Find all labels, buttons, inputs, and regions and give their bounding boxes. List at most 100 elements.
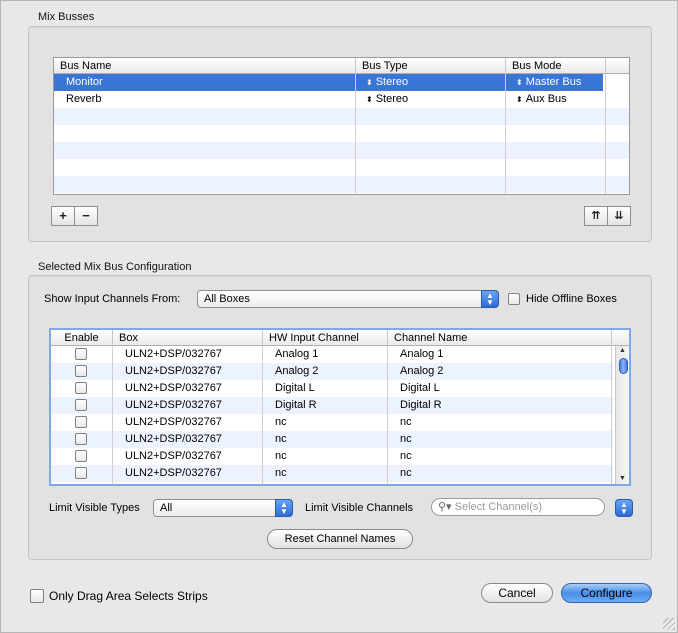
channel-hw: Digital R (275, 399, 317, 411)
channel-row[interactable]: ULN2+DSP/032767 nc nc (51, 448, 613, 465)
mix-busses-title: Mix Busses (38, 11, 95, 23)
empty-row (54, 125, 629, 142)
bus-type[interactable]: ⬍ Stereo (360, 91, 408, 108)
channel-name[interactable]: Digital L (394, 380, 440, 397)
empty-row (54, 142, 629, 159)
updown-arrows-icon: ▲ ▼ (275, 499, 293, 517)
drag-area-checkbox[interactable] (30, 589, 44, 603)
updown-icon: ⬍ (366, 95, 373, 104)
channel-name[interactable]: nc (394, 414, 412, 431)
empty-row (54, 159, 629, 176)
updown-icon: ⬍ (366, 78, 373, 87)
channel-hw: Digital L (275, 382, 315, 394)
bus-row-reverb[interactable]: Reverb ⬍ Stereo ⬍ Aux Bus (54, 91, 629, 108)
channel-hw: nc (275, 416, 287, 428)
move-up-button[interactable]: ⇈ (584, 206, 608, 226)
channel-name[interactable]: nc (394, 448, 412, 465)
drag-area-label: Only Drag Area Selects Strips (49, 589, 208, 603)
col-bus-type[interactable]: Bus Type (356, 58, 506, 74)
channel-hw: nc (275, 433, 287, 445)
bus-type[interactable]: ⬍ Stereo (360, 74, 408, 91)
hide-offline-checkbox[interactable] (508, 293, 520, 305)
search-placeholder: Select Channel(s) (454, 501, 543, 513)
resize-grip-icon[interactable] (663, 618, 675, 630)
col-bus-name[interactable]: Bus Name (54, 58, 356, 74)
enable-checkbox[interactable] (75, 382, 87, 394)
channel-box: ULN2+DSP/032767 (125, 433, 222, 445)
empty-row (54, 108, 629, 125)
channel-name[interactable]: nc (394, 431, 412, 448)
col-hw-input[interactable]: HW Input Channel (263, 330, 388, 346)
show-from-select[interactable]: All Boxes ▲ ▼ (197, 290, 499, 308)
channel-box: ULN2+DSP/032767 (125, 365, 222, 377)
limit-types-select[interactable]: All ▲ ▼ (153, 499, 293, 517)
col-enable[interactable]: Enable (51, 330, 113, 346)
remove-bus-button[interactable]: − (74, 206, 98, 226)
channel-name[interactable]: Analog 2 (394, 363, 443, 380)
channel-box: ULN2+DSP/032767 (125, 382, 222, 394)
channel-box: ULN2+DSP/032767 (125, 416, 222, 428)
col-divider (355, 74, 356, 194)
enable-checkbox[interactable] (75, 365, 87, 377)
channel-search-input[interactable]: ⚲▾ Select Channel(s) (431, 498, 605, 516)
channel-row[interactable]: ULN2+DSP/032767 Digital L Digital L (51, 380, 613, 397)
enable-checkbox[interactable] (75, 348, 87, 360)
bus-row-monitor[interactable]: Monitor ⬍ Stereo ⬍ Master Bus (54, 74, 603, 91)
search-icon: ⚲▾ (438, 501, 452, 513)
show-from-value: All Boxes (204, 293, 250, 305)
channel-hw: nc (275, 450, 287, 462)
add-bus-button[interactable]: + (51, 206, 75, 226)
channel-filter-select[interactable]: ▲ ▼ (615, 499, 633, 517)
config-title: Selected Mix Bus Configuration (38, 261, 192, 273)
col-divider (112, 346, 113, 484)
enable-checkbox[interactable] (75, 450, 87, 462)
bus-mode[interactable]: ⬍ Master Bus (510, 74, 581, 91)
limit-channels-label: Limit Visible Channels (305, 502, 414, 514)
limit-types-label: Limit Visible Types (49, 502, 140, 514)
channel-row[interactable]: ULN2+DSP/032767 Analog 2 Analog 2 (51, 363, 613, 380)
channel-box: ULN2+DSP/032767 (125, 467, 222, 479)
empty-row (54, 176, 629, 193)
channel-name[interactable]: Analog 1 (394, 346, 443, 363)
col-bus-mode[interactable]: Bus Mode (506, 58, 606, 74)
enable-checkbox[interactable] (75, 416, 87, 428)
updown-arrows-icon: ▲ ▼ (615, 499, 633, 517)
col-box[interactable]: Box (113, 330, 263, 346)
col-divider (505, 74, 506, 194)
bus-table-header: Bus Name Bus Type Bus Mode (54, 58, 629, 74)
updown-arrows-icon: ▲ ▼ (481, 290, 499, 308)
channel-row[interactable]: ULN2+DSP/032767 nc nc (51, 431, 613, 448)
col-divider (262, 346, 263, 484)
enable-checkbox[interactable] (75, 433, 87, 445)
scroll-down-icon[interactable]: ▼ (619, 475, 626, 482)
channel-row[interactable]: ULN2+DSP/032767 Analog 1 Analog 1 (51, 346, 613, 363)
updown-icon: ⬍ (516, 78, 523, 87)
cancel-button[interactable]: Cancel (481, 583, 553, 603)
scroll-up-icon[interactable]: ▲ (619, 347, 626, 354)
channel-hw: Analog 2 (275, 365, 319, 377)
channel-hw: Analog 1 (275, 348, 319, 360)
enable-checkbox[interactable] (75, 399, 87, 411)
col-divider (387, 346, 388, 484)
bus-name: Monitor (66, 76, 103, 88)
col-divider (611, 346, 612, 484)
bus-mode[interactable]: ⬍ Aux Bus (510, 91, 567, 108)
channel-name[interactable]: nc (394, 465, 412, 482)
scroll-thumb[interactable] (619, 358, 628, 374)
move-down-button[interactable]: ⇊ (607, 206, 631, 226)
limit-types-value: All (160, 502, 173, 514)
channel-scrollbar[interactable]: ▲ ▼ (615, 346, 629, 484)
channel-name[interactable]: Digital R (394, 397, 442, 414)
bus-table[interactable]: Bus Name Bus Type Bus Mode Monitor ⬍ Ster… (53, 57, 630, 195)
enable-checkbox[interactable] (75, 467, 87, 479)
channel-box: ULN2+DSP/032767 (125, 450, 222, 462)
channel-row[interactable]: ULN2+DSP/032767 nc nc (51, 465, 613, 482)
col-channel-name[interactable]: Channel Name (388, 330, 612, 346)
configure-button[interactable]: Configure (561, 583, 652, 603)
reset-channel-names-button[interactable]: Reset Channel Names (267, 529, 413, 549)
col-divider (605, 74, 606, 194)
channel-row[interactable]: ULN2+DSP/032767 nc nc (51, 414, 613, 431)
channel-table[interactable]: Enable Box HW Input Channel Channel Name… (49, 328, 631, 486)
dialog-window: Mix Busses Bus Name Bus Type Bus Mode Mo… (0, 0, 678, 633)
channel-row[interactable]: ULN2+DSP/032767 Digital R Digital R (51, 397, 613, 414)
